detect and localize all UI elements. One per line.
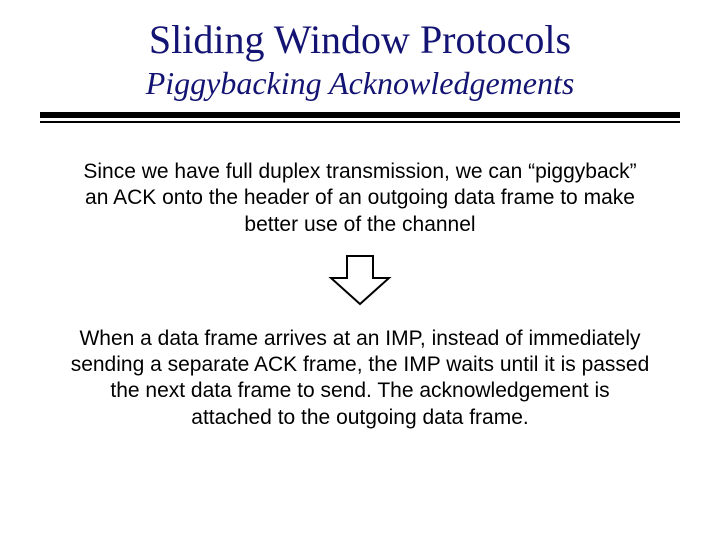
slide-subtitle: Piggybacking Acknowledgements bbox=[40, 65, 680, 102]
divider-thick bbox=[40, 112, 680, 118]
down-arrow-container bbox=[40, 254, 680, 308]
slide-body: Since we have full duplex transmission, … bbox=[40, 159, 680, 431]
paragraph-2: When a data frame arrives at an IMP, ins… bbox=[70, 326, 650, 431]
slide-title: Sliding Window Protocols bbox=[40, 16, 680, 63]
slide: Sliding Window Protocols Piggybacking Ac… bbox=[0, 0, 720, 540]
down-arrow-icon bbox=[325, 254, 395, 308]
paragraph-1: Since we have full duplex transmission, … bbox=[80, 159, 640, 238]
title-divider bbox=[40, 112, 680, 123]
divider-thin bbox=[40, 121, 680, 123]
